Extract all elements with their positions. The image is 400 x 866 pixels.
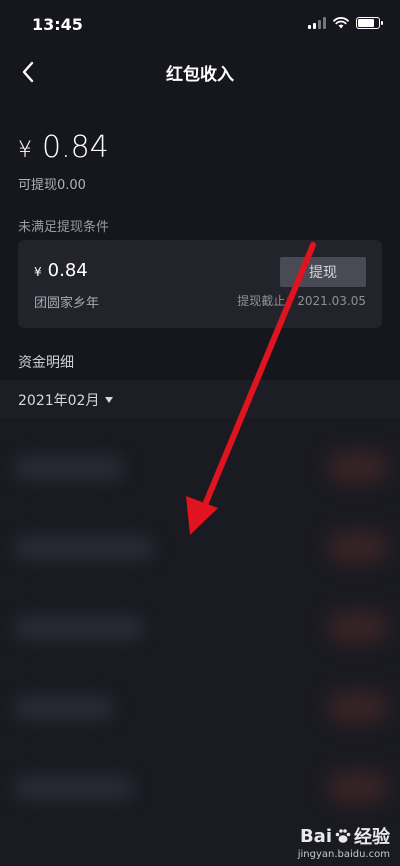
signal-icon xyxy=(308,17,326,29)
wifi-icon xyxy=(333,17,349,29)
blur-block xyxy=(328,772,388,802)
month-selector[interactable]: 2021年02月 xyxy=(18,390,114,410)
card-amount: ¥ 0.84 xyxy=(34,260,88,281)
condition-label: 未满足提现条件 xyxy=(18,220,110,235)
month-filter-bar: 2021年02月 xyxy=(0,380,400,418)
red-packet-card: ¥ 0.84 团圆家乡年 提现 提现截止：2021.03.05 xyxy=(18,240,382,328)
nav-bar: 红包收入 xyxy=(0,50,400,94)
blur-block xyxy=(14,776,134,800)
withdraw-button[interactable]: 提现 xyxy=(280,257,366,287)
blur-block xyxy=(14,616,144,640)
status-bar: 13:45 xyxy=(0,0,400,50)
balance-value: 0.84 xyxy=(42,130,109,165)
blurred-row xyxy=(0,598,400,668)
blurred-row xyxy=(0,438,400,508)
blurred-row xyxy=(0,758,400,828)
details-title: 资金明细 xyxy=(18,355,74,371)
blur-block xyxy=(328,612,388,642)
blur-block xyxy=(14,456,124,480)
withdraw-deadline: 提现截止：2021.03.05 xyxy=(237,294,366,308)
status-time: 13:45 xyxy=(32,15,83,34)
card-name: 团圆家乡年 xyxy=(34,296,100,311)
caret-down-icon xyxy=(105,397,114,403)
paw-icon xyxy=(335,829,351,843)
withdrawable-amount: 可提现0.00 xyxy=(18,178,86,193)
currency-symbol: ¥ xyxy=(18,138,32,163)
card-currency: ¥ xyxy=(34,265,42,279)
watermark-brand-right: 经验 xyxy=(354,827,390,848)
blur-block xyxy=(14,536,154,560)
page-title: 红包收入 xyxy=(166,65,234,85)
blur-block xyxy=(328,532,388,562)
battery-level xyxy=(358,19,374,27)
blur-block xyxy=(328,692,388,722)
balance-block: ¥ 0.84 xyxy=(18,130,109,165)
baidu-watermark: Bai 经验 jingyan.baidu.com xyxy=(297,823,390,861)
month-label: 2021年02月 xyxy=(18,393,100,409)
watermark-logo: Bai 经验 xyxy=(300,823,390,849)
blurred-transaction-list xyxy=(0,418,400,866)
blur-block xyxy=(14,696,114,720)
watermark-url: jingyan.baidu.com xyxy=(297,849,390,860)
blurred-row xyxy=(0,518,400,588)
blur-block xyxy=(328,452,388,482)
card-amount-value: 0.84 xyxy=(47,260,88,281)
status-icons xyxy=(308,17,383,29)
battery-icon xyxy=(356,17,383,29)
watermark-brand-left: Bai xyxy=(299,825,332,847)
blurred-row xyxy=(0,678,400,748)
balance-amount: ¥ 0.84 xyxy=(18,130,109,165)
